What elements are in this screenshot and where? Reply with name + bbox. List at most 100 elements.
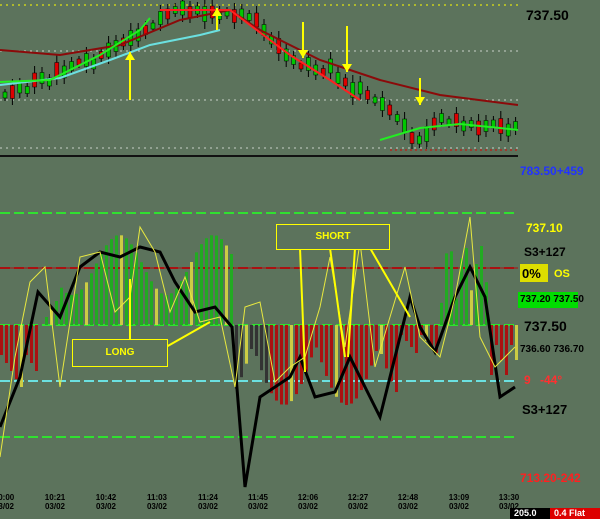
time-tick: 13:09 03/02: [444, 493, 474, 511]
histogram-bar: [510, 325, 513, 345]
histogram-bar: [405, 325, 408, 341]
histogram-bar: [135, 252, 138, 325]
time-tick-time: 12:27: [347, 493, 369, 502]
time-tick-time: 11:24: [197, 493, 219, 502]
histogram-bar: [330, 325, 333, 388]
histogram-bar: [10, 325, 13, 371]
candle: [476, 120, 481, 136]
candle: [357, 81, 363, 95]
time-tick: 11:45 03/02: [243, 493, 273, 511]
histogram-bar: [90, 273, 93, 325]
candle: [431, 117, 437, 131]
candle: [394, 114, 400, 122]
histogram-bar: [285, 325, 288, 405]
histogram-bar: [455, 298, 458, 325]
bid-ask-label: 737.20 737.50: [520, 294, 584, 305]
histogram-bar: [470, 290, 473, 325]
time-tick: 12:06 03/02: [293, 493, 323, 511]
histogram-bar: [140, 262, 143, 325]
candle: [365, 90, 370, 100]
histogram-bar: [315, 325, 318, 348]
volume-label: 205.0: [514, 508, 537, 518]
s3-top-label: S3+127: [524, 245, 566, 259]
candle: [439, 113, 444, 123]
histogram-bar: [495, 325, 498, 345]
candle: [39, 72, 45, 84]
histogram-bar: [205, 238, 208, 325]
candle: [387, 104, 393, 116]
histogram-bar: [225, 245, 228, 325]
time-tick: 11:03 03/02: [142, 493, 172, 511]
candle: [417, 135, 422, 145]
histogram-bar: [280, 325, 283, 405]
candle: [380, 97, 385, 111]
time-tick: 10:0003/02: [0, 493, 19, 511]
time-tick: 10:42 03/02: [91, 493, 121, 511]
histogram-bar: [505, 325, 508, 375]
oscillator-line: [0, 245, 516, 488]
histogram-bar: [85, 282, 88, 325]
histogram-bar: [415, 325, 418, 353]
histogram-bar: [110, 238, 113, 325]
histogram-bar: [465, 248, 468, 325]
histogram-bar: [320, 325, 323, 363]
histogram-bar: [155, 288, 158, 325]
short-callout: SHORT: [276, 224, 390, 250]
candle: [498, 118, 504, 134]
time-tick-date: 03/02: [297, 502, 319, 511]
histogram-bar: [145, 272, 148, 325]
mid-ma-line: [160, 9, 361, 101]
axis-top-label: 783.50+459: [520, 164, 584, 178]
s3-bottom-label: S3+127: [522, 402, 568, 417]
time-axis: 10:0003/0210:2103/0210:4203/0211:0303/02…: [0, 489, 600, 519]
histogram-bar: [230, 254, 233, 325]
histogram-bar: [275, 325, 278, 401]
time-tick-time: 10:42: [95, 493, 117, 502]
candle: [461, 120, 467, 132]
time-tick-time: 11:45: [247, 493, 269, 502]
histogram-bar: [255, 325, 258, 356]
histogram-bar: [160, 293, 163, 325]
candle: [187, 6, 193, 18]
os-label: OS: [554, 268, 570, 280]
candle: [180, 0, 185, 16]
histogram-bar: [250, 325, 253, 349]
candle: [150, 22, 156, 30]
time-tick-time: 13:30: [498, 493, 520, 502]
price-chart-pane[interactable]: [0, 0, 518, 156]
time-tick-time: 12:06: [297, 493, 319, 502]
histogram-bar: [310, 325, 313, 358]
indicator-chart-pane[interactable]: LONG SHORT: [0, 157, 518, 489]
time-tick-time: 11:03: [146, 493, 168, 502]
time-tick-time: 10:00: [0, 493, 15, 502]
time-tick: 12:48 03/02: [393, 493, 423, 511]
candle: [409, 132, 415, 144]
angle-deg-label: -44°: [540, 373, 563, 387]
time-tick-date: 03/02: [448, 502, 470, 511]
last-price-label: 737.50: [526, 7, 569, 23]
candle: [209, 5, 215, 19]
histogram-bar: [210, 235, 213, 325]
candle: [335, 72, 341, 84]
slow-ma-line: [0, 8, 518, 106]
histogram-bar: [410, 325, 413, 347]
callout-pointer: [369, 247, 411, 318]
candle: [158, 11, 163, 25]
candle: [128, 30, 134, 46]
position-label: 0.4 Flat: [554, 508, 586, 518]
long-callout: LONG: [72, 339, 168, 367]
candle: [254, 12, 259, 28]
time-tick-date: 03/02: [44, 502, 66, 511]
time-tick-date: 03/02: [197, 502, 219, 511]
candle: [24, 86, 30, 94]
pct-label: 0%: [522, 266, 541, 281]
indicator-chart-svg: [0, 212, 518, 488]
histogram-bar: [150, 281, 153, 325]
histogram-bar: [260, 325, 263, 371]
short-label: SHORT: [315, 231, 351, 242]
time-tick: 12:27 03/02: [343, 493, 373, 511]
price-chart-svg: [0, 0, 518, 151]
time-tick-date: 03/02: [95, 502, 117, 511]
histogram-bar: [500, 325, 503, 360]
candle: [343, 77, 348, 87]
